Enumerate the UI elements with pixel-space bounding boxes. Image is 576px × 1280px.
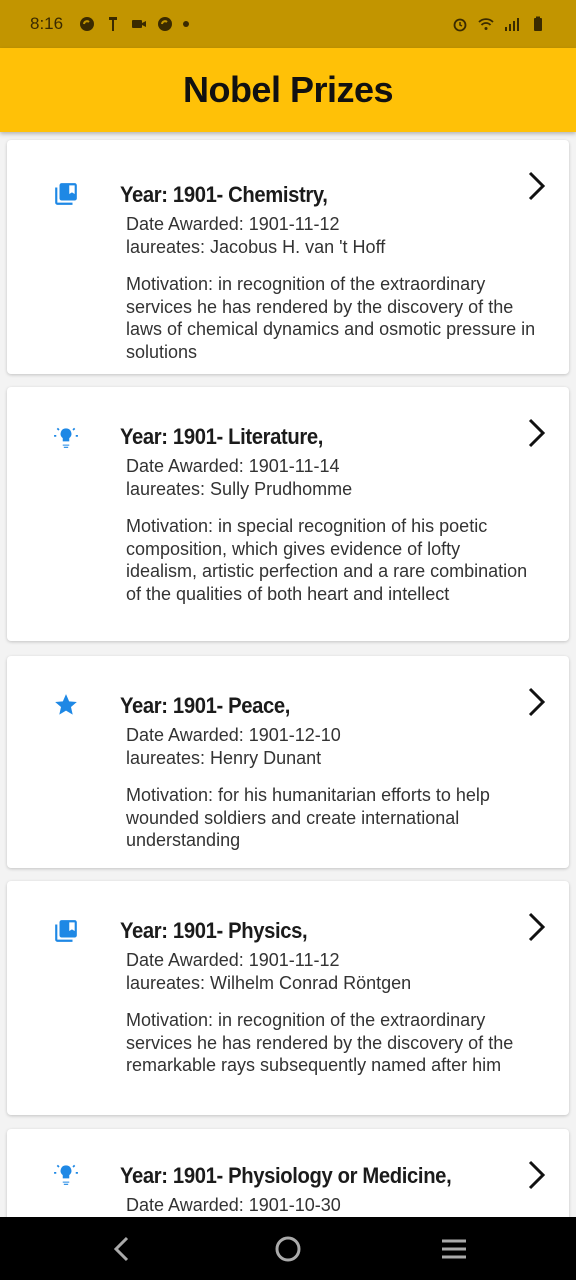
chevron-right-icon[interactable] [525,1159,549,1191]
prize-card[interactable]: Year: 1901- Physics, Date Awarded: 1901-… [7,881,569,1115]
chevron-right-icon[interactable] [525,686,549,718]
video-icon [132,20,147,28]
motivation: Motivation: in recognition of the extrao… [126,274,536,362]
prize-card[interactable]: Year: 1901- Peace, Date Awarded: 1901-12… [7,656,569,868]
chevron-right-icon[interactable] [525,170,549,202]
status-bar: 8:16 [0,0,576,48]
date-awarded: Date Awarded: 1901-11-12 [126,950,340,970]
system-nav-bar [0,1217,576,1280]
prize-title: Year: 1901- Peace, [120,693,291,718]
page-title: Nobel Prizes [182,69,394,110]
prize-card[interactable]: Year: 1901- Literature, Date Awarded: 19… [7,387,569,641]
prize-card[interactable]: Year: 1901- Physiology or Medicine, Date… [7,1129,569,1217]
book-icon [55,183,77,205]
notification-dot [183,21,190,27]
status-left: 8:16 [30,14,190,34]
app-bar: Nobel Prizes [0,48,576,132]
home-icon[interactable] [272,1233,304,1265]
chevron-right-icon[interactable] [525,911,549,943]
laureates: laureates: Jacobus H. van 't Hoff [126,237,386,257]
star-icon [55,694,77,715]
alarm-icon [453,18,467,32]
date-awarded: Date Awarded: 1901-10-30 [126,1195,341,1215]
book-icon [55,920,77,942]
lightbulb-icon [54,1164,78,1185]
antenna-icon [109,17,118,31]
sync-icon [80,17,95,31]
prize-title: Year: 1901- Literature, [120,424,324,449]
motivation: Motivation: in special recognition of hi… [126,516,528,604]
back-icon[interactable] [107,1233,139,1265]
motivation: Motivation: in recognition of the extrao… [126,1010,514,1075]
battery-icon [534,16,542,31]
laureates: laureates: Wilhelm Conrad Röntgen [126,973,412,993]
status-time: 8:16 [30,14,64,33]
sync-icon [158,17,173,31]
prize-title: Year: 1901- Physiology or Medicine, [120,1163,452,1188]
date-awarded: Date Awarded: 1901-11-14 [126,456,340,476]
motivation: Motivation: for his humanitarian efforts… [126,785,490,850]
lightbulb-icon [54,427,78,448]
laureates: laureates: Henry Dunant [126,748,322,768]
status-right [452,16,546,32]
date-awarded: Date Awarded: 1901-11-12 [126,214,340,234]
chevron-right-icon[interactable] [525,417,549,449]
laureates: laureates: Sully Prudhomme [126,479,353,499]
signal-icon [505,18,519,31]
prize-title: Year: 1901- Chemistry, [120,182,328,207]
prize-card[interactable]: Year: 1901- Chemistry, Date Awarded: 190… [7,140,569,374]
prize-list[interactable]: Year: 1901- Chemistry, Date Awarded: 190… [0,132,576,1217]
recents-icon[interactable] [438,1233,470,1265]
prize-title: Year: 1901- Physics, [120,918,308,943]
date-awarded: Date Awarded: 1901-12-10 [126,725,341,745]
wifi-icon [478,18,494,30]
